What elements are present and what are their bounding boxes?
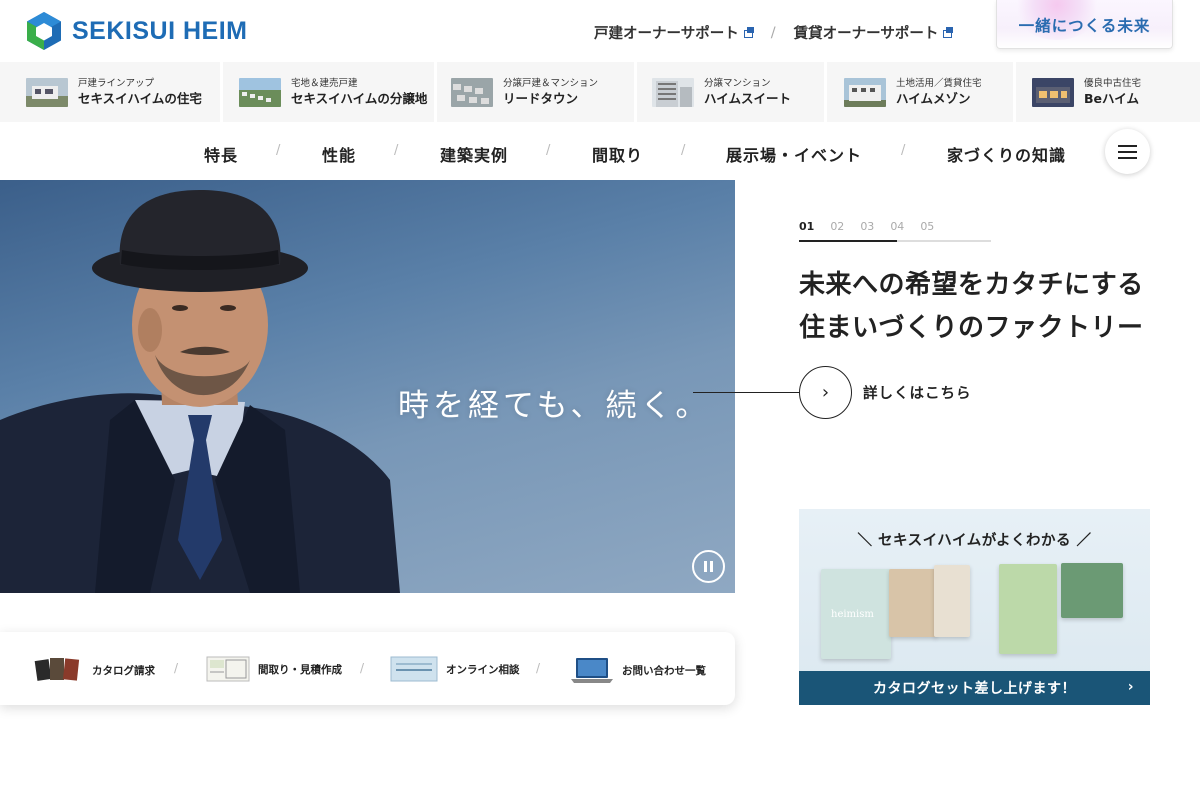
- divider: /: [681, 143, 686, 158]
- lineup-main-label: ハイムスイート: [704, 90, 792, 106]
- lineup-item-heim-house[interactable]: 戸建ラインアップ セキスイハイムの住宅: [0, 62, 223, 122]
- lineup-main-label: セキスイハイムの分譲地: [291, 90, 428, 106]
- external-link-icon: [743, 27, 754, 38]
- nav-knowledge[interactable]: 家づくりの知識: [947, 142, 1066, 166]
- slide-headline-line-2: 住まいづくりのファクトリー: [799, 313, 1144, 343]
- divider: /: [536, 661, 541, 675]
- divider: /: [360, 661, 365, 675]
- divider: /: [546, 143, 551, 158]
- chevron-right-icon: ›: [1127, 679, 1134, 695]
- slide-headline: 未来への希望をカタチにする 住まいづくりのファクトリー: [799, 264, 1144, 350]
- lineup-main-label: リードタウン: [503, 90, 579, 106]
- hexagon-logo-icon: [27, 12, 61, 50]
- lineup-item-lead-town[interactable]: 分譲戸建＆マンション リードタウン: [437, 62, 637, 122]
- catalog-banner-heading: ＼ セキスイハイムがよくわかる ／: [857, 533, 1092, 549]
- quick-link-inquiries[interactable]: お問い合わせ一覧: [570, 656, 706, 684]
- subdivision-thumbnail: [239, 77, 281, 107]
- slide-pagination: 01 02 03 04 05: [799, 220, 934, 233]
- nav-examples[interactable]: 建築実例: [440, 142, 508, 166]
- catalog-set-banner[interactable]: ＼ セキスイハイムがよくわかる ／ heimism カタログセット差し上げます！…: [799, 509, 1150, 705]
- catalog-icon: [34, 658, 80, 681]
- catalog-page-photo: [1061, 563, 1123, 618]
- chevron-right-icon: ›: [799, 366, 852, 419]
- rental-owner-support-link[interactable]: 賃貸オーナーサポート: [794, 22, 954, 43]
- nav-performance[interactable]: 性能: [322, 142, 356, 166]
- global-nav: 特長 / 性能 / 建築実例 / 間取り / 展示場・イベント / 家づくりの知…: [0, 122, 1200, 180]
- lineup-sub-label: 優良中古住宅: [1084, 77, 1142, 89]
- lineup-item-heim-suite[interactable]: 分譲マンション ハイムスイート: [637, 62, 827, 122]
- slide-number-2[interactable]: 02: [830, 220, 844, 233]
- divider: /: [770, 24, 776, 41]
- floorplan-icon: [206, 656, 250, 682]
- hero-catchcopy: 時を経ても、続く。: [398, 388, 711, 424]
- quick-link-catalog[interactable]: カタログ請求: [34, 656, 155, 684]
- detail-link-label: 詳しくはこちら: [863, 386, 972, 402]
- owner-support-links: 戸建オーナーサポート / 賃貸オーナーサポート: [594, 22, 954, 43]
- lineup-main-label: ハイムメゾン: [896, 90, 971, 106]
- quick-link-label: 間取り・見積作成: [258, 663, 342, 676]
- catalog-cta-bar[interactable]: カタログセット差し上げます！ ›: [799, 671, 1150, 705]
- slide-number-1[interactable]: 01: [799, 220, 814, 233]
- slide-progress-fill: [799, 240, 897, 242]
- site-logo[interactable]: SEKISUI HEIM: [26, 11, 247, 51]
- future-together-banner[interactable]: 一緒につくる未来: [996, 0, 1173, 49]
- lineup-main-label: Beハイム: [1084, 90, 1140, 106]
- lineup-item-be-heim[interactable]: 優良中古住宅 Beハイム: [1016, 62, 1200, 122]
- nav-showrooms-events[interactable]: 展示場・イベント: [726, 142, 862, 166]
- hero-connector-line: [693, 392, 801, 393]
- divider: /: [276, 143, 281, 158]
- slide-number-4[interactable]: 04: [890, 220, 904, 233]
- quick-link-label: オンライン相談: [446, 663, 520, 676]
- lineup-sub-label: 分譲マンション: [704, 77, 771, 89]
- apartment-thumbnail: [844, 77, 886, 107]
- lineup-sub-label: 分譲戸建＆マンション: [503, 77, 599, 89]
- mansion-thumbnail: [652, 77, 694, 107]
- menu-icon: [1118, 144, 1137, 147]
- catalog-cta-label: カタログセット差し上げます！: [873, 681, 1076, 697]
- slide-headline-line-1: 未来への希望をカタチにする: [799, 270, 1144, 300]
- nav-features[interactable]: 特長: [204, 142, 238, 166]
- catalog-book-title: heimism: [831, 609, 874, 620]
- lineup-item-subdivision[interactable]: 宅地＆建売戸建 セキスイハイムの分譲地: [223, 62, 437, 122]
- lineup-item-heim-maison[interactable]: 土地活用／賃貸住宅 ハイムメゾン: [827, 62, 1016, 122]
- future-label: 一緒につくる未来: [1018, 17, 1151, 35]
- laptop-icon: [571, 658, 613, 683]
- nav-floorplans[interactable]: 間取り: [592, 142, 643, 166]
- catalog-page-photo: [889, 569, 937, 637]
- lineup-sub-label: 戸建ラインアップ: [78, 77, 155, 89]
- divider: /: [394, 143, 399, 158]
- quick-links-bar: カタログ請求 / 間取り・見積作成 / オンライン相談 / お問い合わせ一覧: [0, 632, 735, 705]
- divider: /: [174, 661, 179, 675]
- quick-link-online-consult[interactable]: オンライン相談: [390, 656, 520, 682]
- online-consultation-icon: [390, 656, 438, 682]
- slideshow-pause-button[interactable]: [692, 550, 725, 583]
- divider: /: [901, 143, 906, 158]
- quick-link-floorplan-estimate[interactable]: 間取り・見積作成: [206, 656, 342, 682]
- used-house-thumbnail: [1032, 77, 1074, 107]
- detached-owner-support-link[interactable]: 戸建オーナーサポート: [594, 22, 754, 43]
- quick-link-label: お問い合わせ一覧: [622, 664, 706, 677]
- pause-icon: [704, 561, 707, 572]
- external-link-icon: [943, 27, 954, 38]
- catalog-book: heimism: [821, 569, 891, 659]
- catalog-page-photo: [934, 565, 970, 637]
- town-thumbnail: [451, 77, 493, 107]
- hamburger-menu-button[interactable]: [1105, 129, 1150, 174]
- house-thumbnail: [26, 77, 68, 107]
- slide-progress-bar: [799, 240, 991, 242]
- catalog-book: [999, 564, 1057, 654]
- slide-detail-link[interactable]: › 詳しくはこちら: [799, 366, 972, 419]
- lineup-sub-label: 土地活用／賃貸住宅: [896, 77, 982, 89]
- slide-number-3[interactable]: 03: [860, 220, 874, 233]
- logo-wordmark: SEKISUI HEIM: [72, 16, 248, 45]
- product-lineup-bar: 戸建ラインアップ セキスイハイムの住宅 宅地＆建売戸建 セキスイハイムの分譲地 分譲…: [0, 62, 1200, 122]
- lineup-sub-label: 宅地＆建売戸建: [291, 77, 358, 89]
- hero-slide-image: 時を経ても、続く。: [0, 180, 735, 593]
- lineup-main-label: セキスイハイムの住宅: [78, 90, 202, 106]
- slide-number-5[interactable]: 05: [920, 220, 934, 233]
- site-header: SEKISUI HEIM 戸建オーナーサポート / 賃貸オーナーサポート 一緒に…: [0, 0, 1200, 62]
- quick-link-label: カタログ請求: [92, 664, 155, 677]
